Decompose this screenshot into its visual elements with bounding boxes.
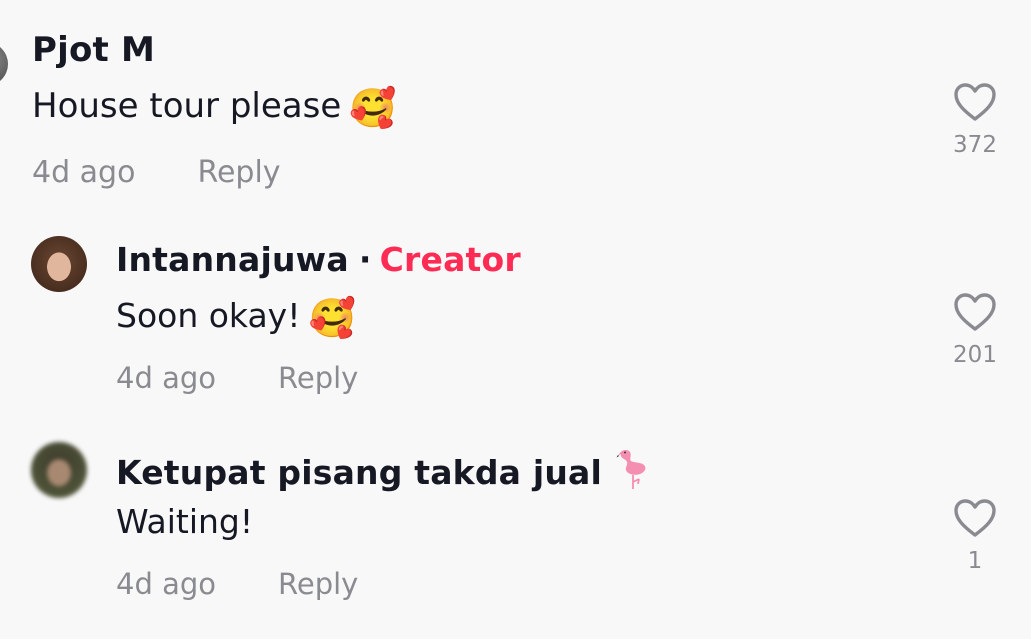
comment-username-row: Ketupat pisang takda jual: [116, 446, 650, 498]
smiling-face-with-hearts-emoji: 🥰: [308, 296, 356, 340]
comment-meta: 4d ago Reply: [116, 361, 358, 395]
like-count: 1: [967, 548, 983, 574]
like-button[interactable]: 372: [949, 82, 1001, 158]
comment-text: House tour please 🥰: [32, 86, 397, 131]
like-count: 201: [953, 342, 997, 368]
comment-username[interactable]: Intannajuwa: [116, 240, 349, 279]
comment-text-body: Waiting!: [116, 502, 254, 541]
heart-icon[interactable]: [949, 292, 1001, 332]
comment-text-body: House tour please: [32, 86, 342, 126]
heart-icon[interactable]: [949, 498, 1001, 538]
comment-username[interactable]: Pjot M: [32, 30, 155, 70]
heart-icon[interactable]: [949, 82, 1001, 122]
comment-timestamp: 4d ago: [32, 155, 136, 190]
comment-meta: 4d ago Reply: [32, 155, 281, 190]
like-button[interactable]: 1: [949, 498, 1001, 574]
comment-text: Waiting!: [116, 502, 253, 541]
avatar[interactable]: [31, 442, 87, 498]
comment-timestamp: 4d ago: [116, 567, 216, 601]
comment-text: Soon okay! 🥰: [116, 296, 356, 341]
like-count: 372: [953, 132, 997, 158]
comment-text-body: Soon okay!: [116, 296, 301, 335]
avatar[interactable]: [31, 236, 87, 292]
flamingo-icon: [616, 446, 650, 498]
comment-meta: 4d ago Reply: [116, 567, 358, 601]
comment-timestamp: 4d ago: [116, 361, 216, 395]
smiling-face-with-hearts-emoji: 🥰: [349, 86, 397, 130]
separator-dot: ·: [358, 240, 372, 279]
like-button[interactable]: 201: [949, 292, 1001, 368]
reply-button[interactable]: Reply: [278, 567, 358, 601]
creator-badge: Creator: [379, 240, 521, 279]
reply-button[interactable]: Reply: [197, 155, 280, 190]
comment-username-row: Intannajuwa · Creator: [116, 240, 521, 279]
reply-button[interactable]: Reply: [278, 361, 358, 395]
comment-username[interactable]: Ketupat pisang takda jual: [116, 453, 602, 492]
comments-panel: Pjot M House tour please 🥰 4d ago Reply 37…: [0, 0, 1031, 639]
avatar[interactable]: [0, 42, 8, 86]
